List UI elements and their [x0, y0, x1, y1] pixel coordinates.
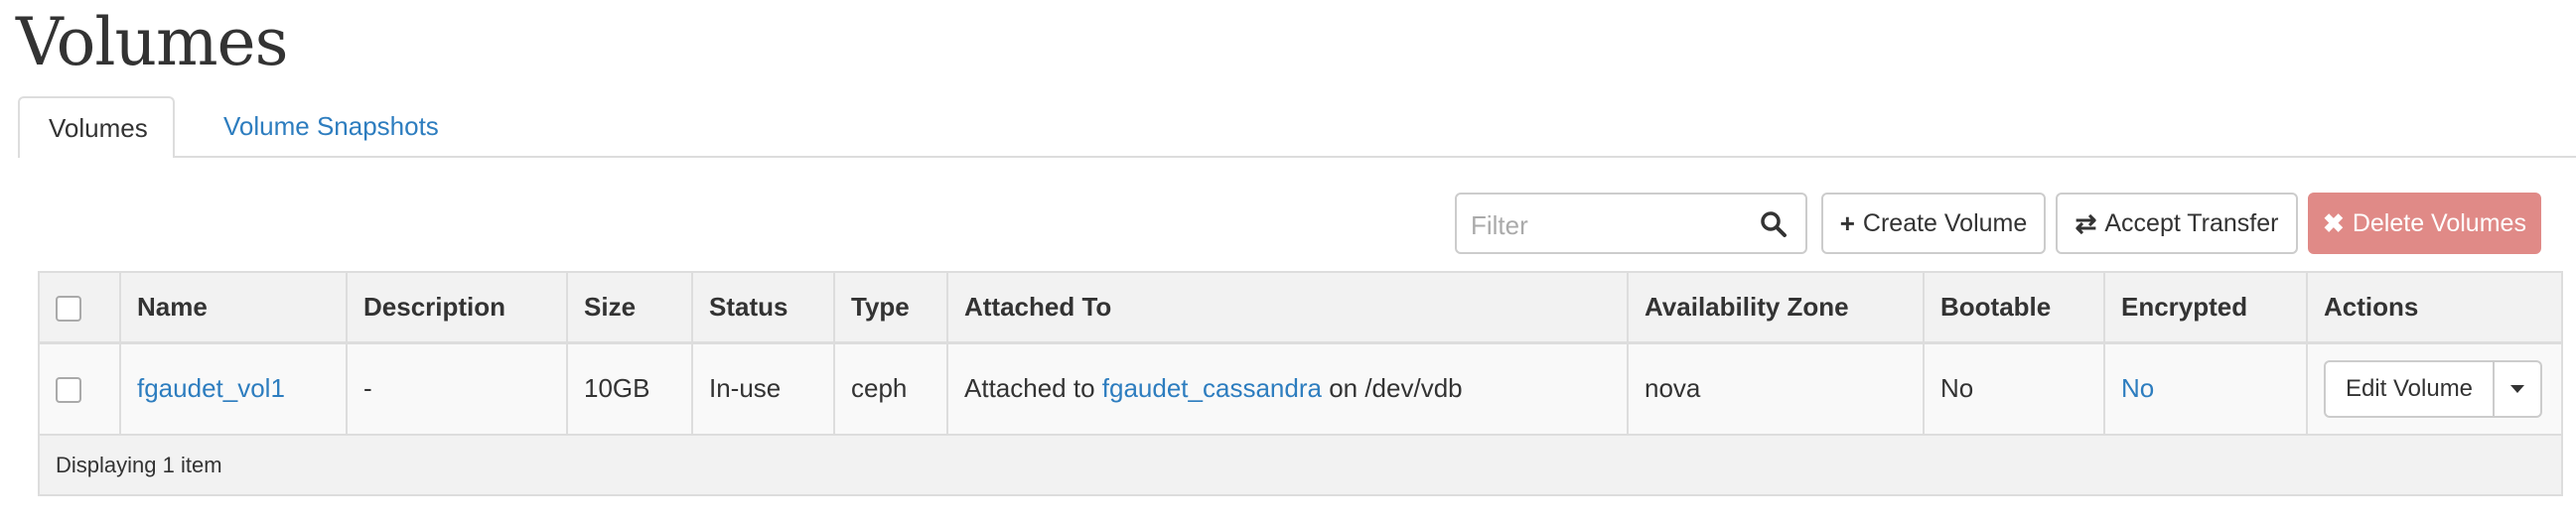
page-title: Volumes — [16, 4, 288, 80]
item-count: Displaying 1 item — [40, 435, 2561, 494]
tab-volumes[interactable]: Volumes — [18, 96, 175, 158]
attached-instance-link[interactable]: fgaudet_cassandra — [1102, 373, 1322, 403]
volume-size: 10GB — [567, 342, 693, 436]
transfer-arrows-icon: ⇄ — [2075, 207, 2097, 238]
column-header[interactable]: Encrypted — [2104, 273, 2308, 344]
tab-volume-snapshots[interactable]: Volume Snapshots — [195, 96, 468, 156]
accept-transfer-label: Accept Transfer — [2104, 208, 2279, 237]
column-header[interactable]: Type — [834, 273, 948, 344]
search-icon[interactable] — [1760, 210, 1788, 238]
column-header[interactable]: Attached To — [947, 273, 1629, 344]
filter-box — [1455, 193, 1807, 254]
attached-to-cell: Attached to fgaudet_cassandra on /dev/vd… — [947, 342, 1629, 436]
encrypted-cell: No — [2104, 342, 2308, 436]
actions-dropdown-toggle[interactable] — [2495, 359, 2542, 418]
table-row: fgaudet_vol1 - 10GB In-use ceph Attached… — [40, 342, 2561, 436]
actions-cell: Edit Volume — [2307, 342, 2561, 436]
availability-zone: nova — [1628, 342, 1925, 436]
caret-down-icon — [2510, 384, 2524, 393]
x-icon: ✖ — [2323, 207, 2345, 238]
row-select-cell — [40, 342, 121, 436]
column-header: Actions — [2307, 273, 2561, 344]
delete-volumes-button[interactable]: ✖ Delete Volumes — [2308, 193, 2541, 254]
filter-input[interactable] — [1469, 206, 1751, 244]
attached-prefix: Attached to — [964, 373, 1095, 404]
encrypted-link[interactable]: No — [2121, 373, 2154, 403]
table-header-row: Name Description Size Status Type Attach… — [40, 273, 2561, 344]
tab-bar: Volumes Volume Snapshots — [18, 96, 2576, 158]
volume-name-cell: fgaudet_vol1 — [120, 342, 348, 436]
column-header[interactable]: Availability Zone — [1628, 273, 1925, 344]
select-all-checkbox[interactable] — [56, 295, 81, 322]
column-header[interactable]: Description — [347, 273, 568, 344]
attached-suffix: on /dev/vdb — [1329, 373, 1463, 404]
create-volume-button[interactable]: + Create Volume — [1821, 193, 2046, 254]
bootable-value: No — [1924, 342, 2105, 436]
row-checkbox[interactable] — [56, 377, 81, 404]
column-header[interactable]: Status — [692, 273, 835, 344]
accept-transfer-button[interactable]: ⇄ Accept Transfer — [2056, 193, 2298, 254]
column-header[interactable]: Name — [120, 273, 348, 344]
create-volume-label: Create Volume — [1862, 208, 2028, 237]
edit-volume-button[interactable]: Edit Volume — [2324, 359, 2495, 418]
volume-name-link[interactable]: fgaudet_vol1 — [137, 373, 285, 403]
volume-description: - — [347, 342, 568, 436]
table-footer-row: Displaying 1 item — [40, 435, 2561, 494]
plus-icon: + — [1839, 207, 1855, 238]
delete-volumes-label: Delete Volumes — [2352, 208, 2526, 237]
column-header[interactable]: Size — [567, 273, 693, 344]
volume-status: In-use — [692, 342, 835, 436]
volume-type: ceph — [834, 342, 948, 436]
column-header[interactable]: Bootable — [1924, 273, 2105, 344]
volumes-table: Name Description Size Status Type Attach… — [38, 271, 2563, 496]
select-all-cell — [40, 273, 121, 344]
row-actions: Edit Volume — [2324, 359, 2545, 418]
